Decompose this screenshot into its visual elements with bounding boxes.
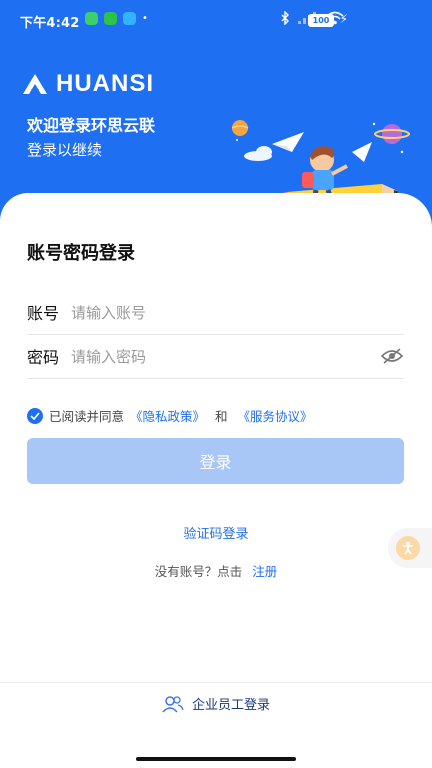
welcome-title: 欢迎登录环思云联 xyxy=(27,116,156,135)
enterprise-login-label: 企业员工登录 xyxy=(191,698,270,713)
check-icon xyxy=(30,411,40,420)
eye-off-icon[interactable] xyxy=(380,344,404,368)
sms-login-link[interactable]: 验证码登录 xyxy=(0,523,432,542)
message-icon xyxy=(123,12,136,25)
battery-indicator: 100 xyxy=(308,14,334,27)
register-link[interactable]: 注册 xyxy=(252,564,277,579)
agree-checkbox[interactable] xyxy=(27,407,43,424)
no-account-text: 没有账号？点击 xyxy=(154,564,243,579)
account-input[interactable]: 请输入账号 xyxy=(71,302,404,323)
account-field[interactable]: 账号 请输入账号 xyxy=(27,290,404,335)
logo-mark-icon xyxy=(23,74,47,94)
bluetooth-icon xyxy=(280,10,290,28)
password-label: 密码 xyxy=(27,348,60,367)
notification-icons: • xyxy=(85,12,148,25)
service-agreement-link[interactable]: 《服务协议》 xyxy=(238,406,313,425)
footer-divider xyxy=(0,682,432,683)
and-text: 和 xyxy=(215,409,228,424)
register-row: 没有账号？点击 注册 xyxy=(0,561,432,580)
status-bar: 下午4:42 • 100 ⚡ xyxy=(0,0,432,40)
floating-accessibility-button[interactable] xyxy=(388,528,432,568)
password-field[interactable]: 密码 请输入密码 xyxy=(27,334,404,379)
account-label: 账号 xyxy=(27,304,60,323)
brand-name: HUANSI xyxy=(56,70,155,97)
users-icon xyxy=(162,695,184,713)
privacy-policy-link[interactable]: 《隐私政策》 xyxy=(130,406,205,425)
agreement-row: 已阅读并同意 《隐私政策》 和 《服务协议》 xyxy=(27,406,313,425)
phone-icon xyxy=(104,12,117,25)
form-title: 账号密码登录 xyxy=(27,243,135,264)
charging-icon: ⚡ xyxy=(339,12,348,26)
login-button[interactable]: 登录 xyxy=(27,438,404,484)
brand-logo: HUANSI xyxy=(22,70,154,98)
accessibility-icon xyxy=(396,536,420,560)
home-indicator xyxy=(136,757,296,761)
more-dot-icon: • xyxy=(142,13,148,24)
enterprise-login-button[interactable]: 企业员工登录 xyxy=(0,694,432,713)
agree-text: 已阅读并同意 xyxy=(49,409,125,424)
status-time: 下午4:42 xyxy=(20,16,80,31)
password-input[interactable]: 请输入密码 xyxy=(71,346,380,367)
wechat-icon xyxy=(85,12,98,25)
welcome-subtitle: 登录以继续 xyxy=(27,141,103,159)
